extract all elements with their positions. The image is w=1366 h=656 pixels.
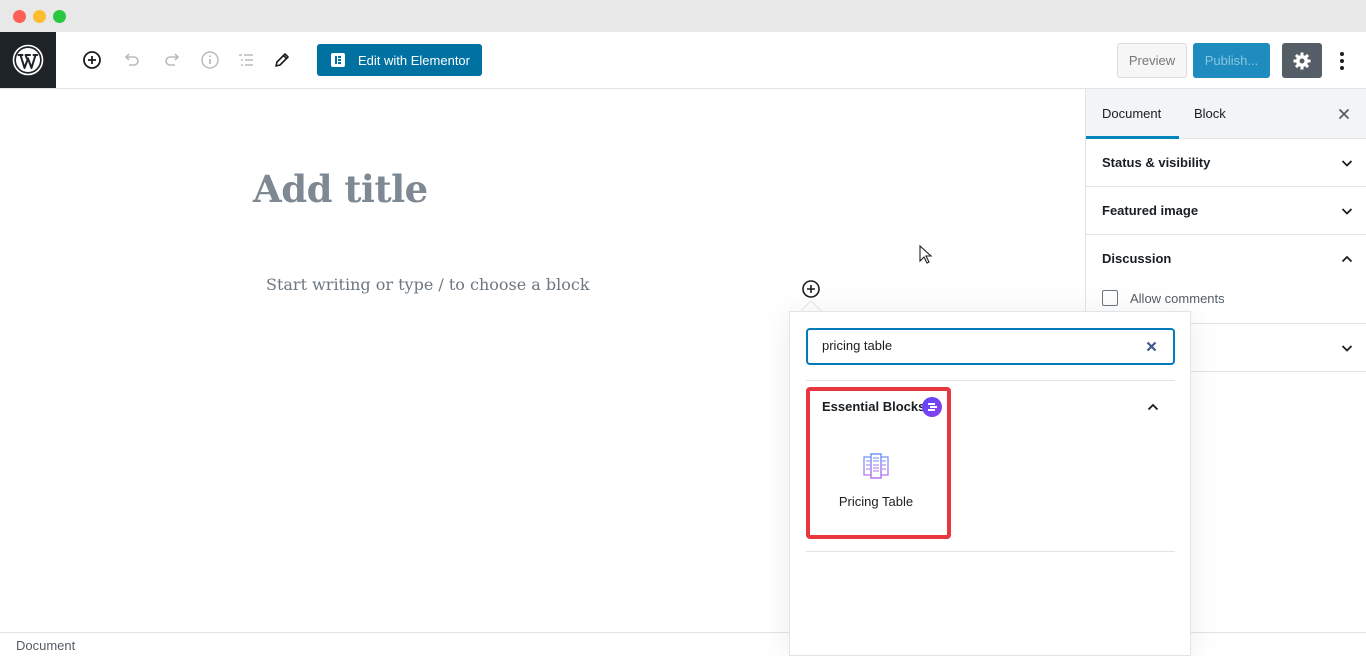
block-search-field[interactable]: [806, 328, 1175, 365]
panel-featured-image[interactable]: Featured image: [1086, 187, 1366, 235]
tab-block[interactable]: Block: [1194, 89, 1226, 139]
tab-document[interactable]: Document: [1086, 89, 1179, 139]
maximize-window-button[interactable]: [53, 10, 66, 23]
edit-with-elementor-label: Edit with Elementor: [358, 52, 470, 68]
undo-icon: [124, 53, 139, 66]
mouse-cursor-icon: [919, 245, 933, 264]
block-inserter-toggle[interactable]: [801, 279, 821, 299]
close-window-button[interactable]: [13, 10, 26, 23]
allow-comments-checkbox[interactable]: [1102, 290, 1118, 306]
settings-button[interactable]: [1282, 43, 1322, 78]
panel-title: Featured image: [1102, 203, 1199, 218]
pencil-icon: [275, 53, 289, 67]
close-sidebar-button[interactable]: [1336, 106, 1352, 122]
add-block-icon: [83, 51, 101, 69]
breadcrumb[interactable]: Document: [16, 638, 75, 653]
chevron-up-icon: [1341, 255, 1353, 263]
gear-icon: [1293, 52, 1311, 69]
add-block-icon: [802, 280, 820, 298]
highlight-annotation: [806, 387, 951, 539]
sidebar-tabs: Document Block: [1086, 89, 1366, 139]
block-navigation-button[interactable]: [234, 48, 258, 72]
divider: [806, 380, 1175, 381]
clear-search-icon[interactable]: [1146, 341, 1157, 352]
chevron-down-icon: [1341, 345, 1353, 352]
block-search-input[interactable]: [822, 338, 1122, 353]
chevron-down-icon: [1341, 208, 1353, 215]
redo-button[interactable]: [160, 48, 184, 72]
editor-toolbar: Edit with Elementor Preview Publish...: [0, 32, 1366, 89]
undo-button[interactable]: [120, 48, 144, 72]
more-vertical-icon: [1340, 52, 1344, 70]
panel-discussion-toggle[interactable]: Discussion: [1086, 235, 1366, 283]
chevron-up-icon[interactable]: [1146, 400, 1160, 414]
post-title-input[interactable]: Add title: [253, 167, 428, 211]
allow-comments-label: Allow comments: [1130, 291, 1225, 306]
default-block-appender[interactable]: Start writing or type / to choose a bloc…: [266, 275, 590, 294]
chevron-down-icon: [1341, 160, 1353, 167]
preview-button[interactable]: Preview: [1117, 43, 1187, 78]
wordpress-logo-icon: [12, 44, 44, 76]
publish-button[interactable]: Publish...: [1193, 43, 1270, 78]
divider: [806, 551, 1175, 552]
more-options-button[interactable]: [1330, 46, 1354, 76]
block-inserter-popover: Essential Blocks Pricing Table: [789, 311, 1191, 656]
tools-edit-button[interactable]: [270, 48, 294, 72]
minimize-window-button[interactable]: [33, 10, 46, 23]
content-info-button[interactable]: [198, 48, 222, 72]
wordpress-logo-button[interactable]: [0, 32, 56, 88]
panel-status-visibility[interactable]: Status & visibility: [1086, 139, 1366, 187]
close-icon: [1338, 108, 1350, 120]
redo-icon: [165, 53, 180, 66]
outline-icon: [239, 54, 253, 66]
elementor-icon: [331, 53, 345, 67]
panel-title: Status & visibility: [1102, 155, 1211, 170]
add-block-button[interactable]: [80, 48, 104, 72]
window-titlebar: [0, 0, 1366, 32]
info-icon: [201, 51, 219, 69]
edit-with-elementor-button[interactable]: Edit with Elementor: [317, 44, 482, 76]
panel-title: Discussion: [1102, 251, 1172, 266]
